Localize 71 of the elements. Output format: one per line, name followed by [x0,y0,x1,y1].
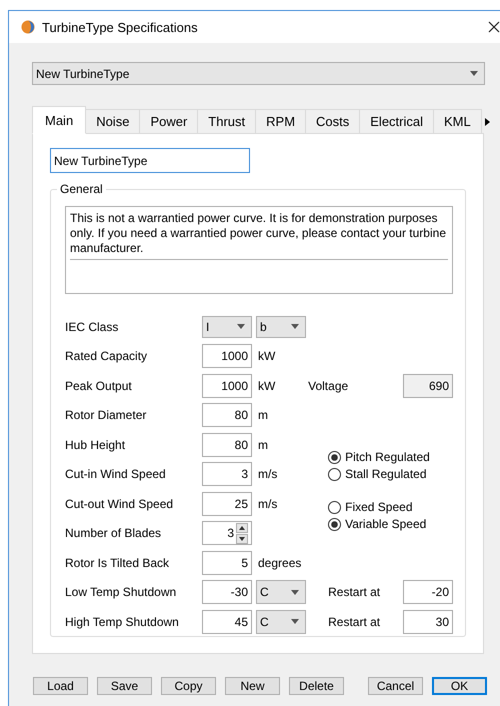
radio-label[interactable]: Fixed Speed [345,500,413,514]
dialog-button[interactable]: Delete [289,677,344,695]
dropdown[interactable]: b [256,316,306,338]
radio-label[interactable]: Pitch Regulated [345,450,430,464]
name-field[interactable]: New TurbineType [50,148,250,173]
note-box[interactable]: This is not a warrantied power curve. It is for demonstration purposes only. If you need a warrantied power curve, please contact your turbine manufacturer. [65,206,453,294]
field-label: IEC Class [65,320,120,334]
spinner-field[interactable]: 3 [202,521,252,546]
field-label: Hub Height [65,438,126,452]
input-field[interactable]: 25 [202,492,252,516]
dropdown-arrow-icon [291,324,299,330]
input-field[interactable]: 5 [202,550,252,575]
field-label: Cut-out Wind Speed [65,496,174,511]
dropdown-arrow-icon [291,619,299,624]
field-label: Rated Capacity [65,349,148,364]
unit-label: kW [258,378,276,393]
dropdown[interactable]: C [256,580,306,604]
unit-label: degrees [258,556,302,570]
input-field[interactable]: 1000 [202,344,252,368]
dropdown-arrow-icon [470,71,478,76]
radio-button[interactable] [328,468,342,480]
field-label: Cut-in Wind Speed [65,467,167,482]
unit-label: m [258,438,268,452]
radio-button[interactable] [328,450,342,464]
unit-label: m/s [258,467,278,482]
radio-button[interactable] [328,518,342,530]
down-arrow-icon[interactable] [236,534,248,544]
input-field[interactable]: 80 [202,403,252,428]
tab[interactable]: Main [32,106,86,134]
tab[interactable]: KML [433,109,482,134]
dropdown[interactable]: C [256,610,306,634]
dialog-button[interactable]: Cancel [368,677,423,695]
group-title: General [57,182,106,196]
input-field[interactable]: 45 [202,610,252,634]
dialog-button[interactable]: Copy [161,677,216,695]
voltage-label: Voltage [308,378,348,393]
dialog-button[interactable]: Load [33,677,88,695]
field-label: Rotor Is Tilted Back [65,556,170,570]
input-field[interactable]: 30 [403,610,453,634]
unit-label: m/s [258,496,278,511]
restart-label: Restart at [328,585,380,600]
dropdown-arrow-icon [237,324,245,330]
radio-button[interactable] [328,500,342,514]
voltage-field: 690 [403,374,453,398]
input-field[interactable]: -20 [403,580,453,604]
input-field[interactable]: -30 [202,580,252,604]
input-field[interactable]: 1000 [202,374,252,398]
dropdown-arrow-icon [291,590,299,595]
close-icon [488,21,500,33]
input-field[interactable]: 80 [202,432,252,457]
app-logo-icon [21,20,35,34]
unit-label: kW [258,349,276,364]
type-dropdown[interactable]: New TurbineType [32,62,485,85]
dialog-button[interactable]: New [225,677,280,695]
field-label: High Temp Shutdown [65,614,180,629]
unit-label: m [258,408,268,422]
restart-label: Restart at [328,614,380,629]
dropdown[interactable]: I [202,316,252,338]
window-title: TurbineType Specifications [42,20,199,34]
scroll-right-icon[interactable] [484,118,490,126]
input-field[interactable]: 3 [202,462,252,486]
up-arrow-icon[interactable] [236,522,248,533]
radio-label[interactable]: Variable Speed [345,517,426,531]
field-label: Number of Blades [65,526,162,540]
radio-label[interactable]: Stall Regulated [345,467,427,481]
dialog-button[interactable]: Save [97,677,152,695]
note-text: This is not a warrantied power curve. It is for demonstration purposes only. If you need a warrantied power curve, please contact your turbine manufacturer. [70,211,448,260]
field-label: Low Temp Shutdown [65,585,178,600]
field-label: Peak Output [65,378,133,393]
field-label: Rotor Diameter [65,408,148,422]
dialog-button[interactable]: OK [432,677,487,695]
